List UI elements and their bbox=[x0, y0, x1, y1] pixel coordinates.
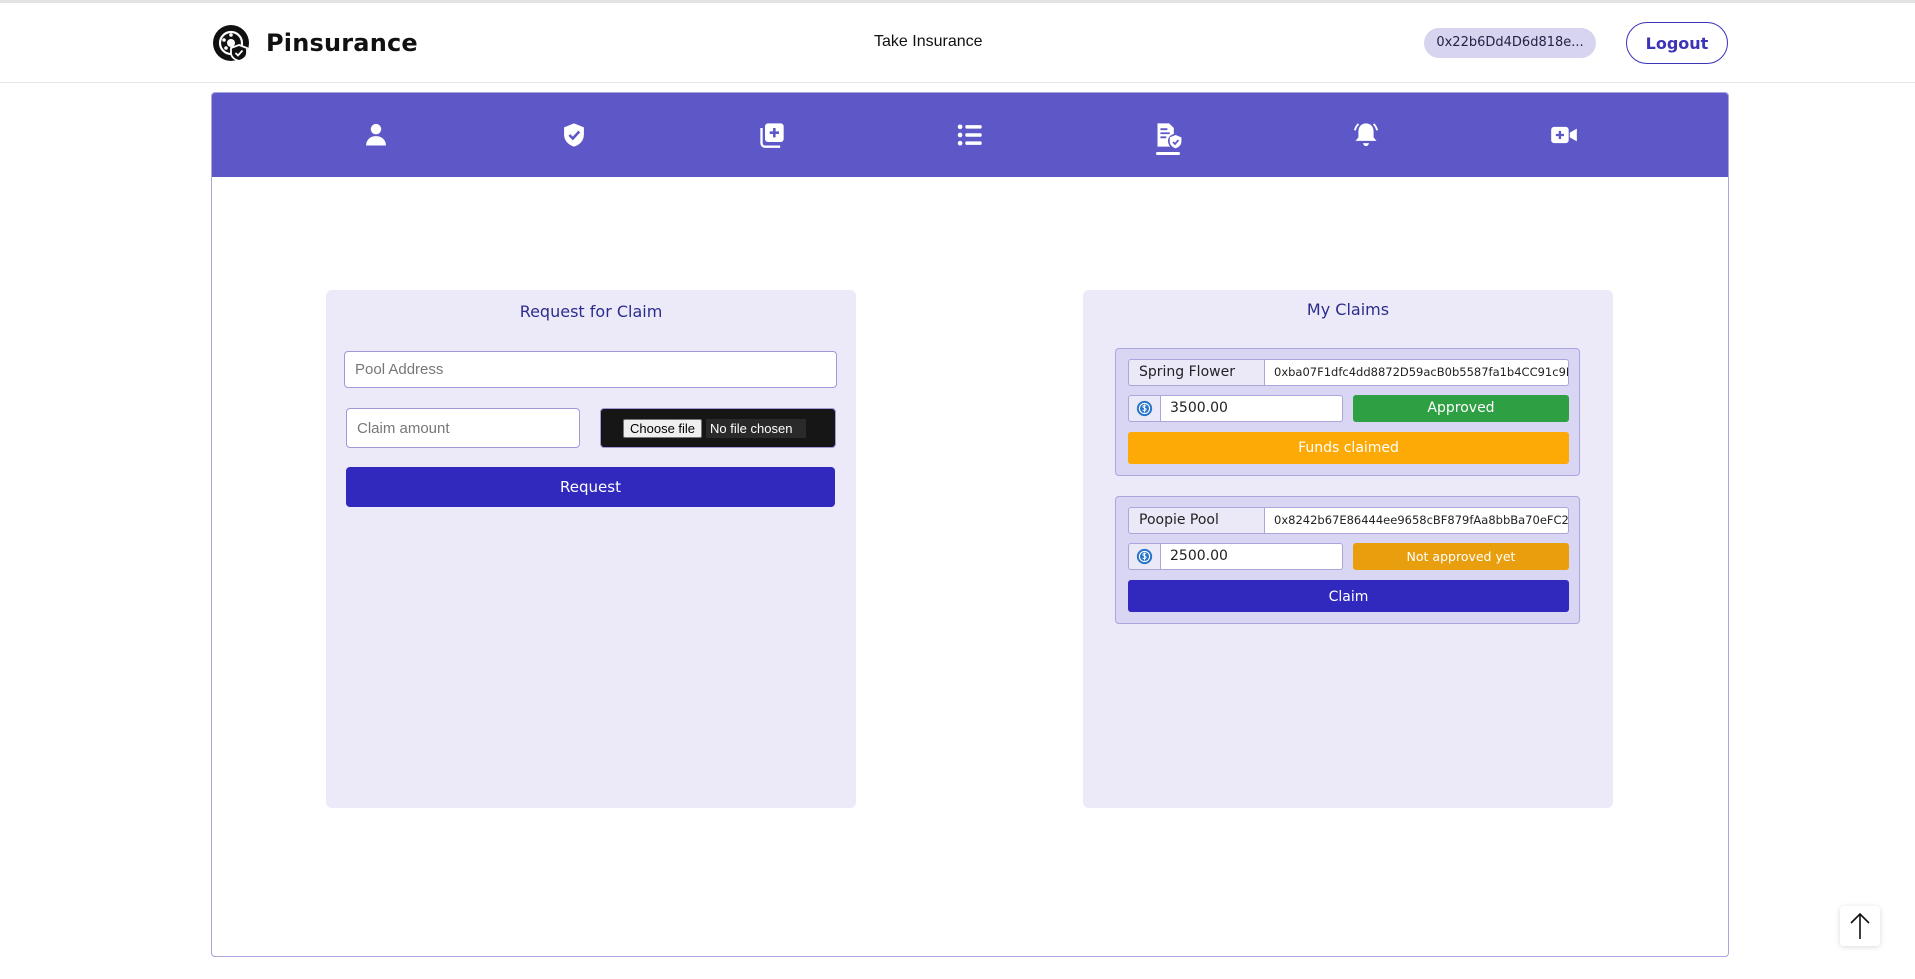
coin-icon bbox=[1136, 400, 1153, 417]
file-upload-field[interactable]: Choose file No file chosen bbox=[600, 408, 836, 448]
choose-file-button[interactable]: Choose file bbox=[623, 418, 703, 438]
coin-icon-box bbox=[1128, 395, 1161, 422]
list-icon bbox=[957, 124, 982, 146]
claim-pool-address: 0x8242b67E86444ee9658cBF879fAa8bbBa70eFC… bbox=[1264, 507, 1569, 534]
app-header: Pinsurance Take Insurance 0x22b6Dd4D6d81… bbox=[0, 3, 1915, 83]
claim-amount: 3500.00 bbox=[1160, 395, 1343, 422]
panel-title: Request for Claim bbox=[519, 302, 663, 321]
claim-pool-address: 0xba07F1dfc4dd8872D59acB0b5587fa1b4CC91c… bbox=[1264, 359, 1569, 386]
tab-claims[interactable] bbox=[1144, 111, 1192, 159]
tab-video[interactable] bbox=[1540, 111, 1588, 159]
tab-pools-list[interactable] bbox=[946, 111, 994, 159]
logout-button[interactable]: Logout bbox=[1626, 22, 1728, 64]
scroll-to-top-button[interactable] bbox=[1840, 906, 1880, 946]
wallet-address-badge[interactable]: 0x22b6Dd4D6d818e... bbox=[1424, 28, 1596, 58]
user-icon bbox=[366, 123, 386, 146]
brand-logo-icon bbox=[213, 25, 249, 62]
claim-pool-name: Poopie Pool bbox=[1128, 507, 1265, 534]
shield-check-icon bbox=[564, 123, 584, 147]
bell-icon bbox=[1354, 123, 1378, 147]
tab-notifications[interactable] bbox=[1342, 111, 1390, 159]
claim-button[interactable]: Claim bbox=[1128, 580, 1569, 612]
coin-icon-box bbox=[1128, 543, 1161, 570]
file-status-text: No file chosen bbox=[706, 418, 807, 438]
tab-bar bbox=[212, 93, 1728, 177]
claim-card: Spring Flower 0xba07F1dfc4dd8872D59acB0b… bbox=[1115, 348, 1580, 476]
brand-name: Pinsurance bbox=[266, 29, 418, 57]
claim-amount-input[interactable] bbox=[346, 408, 580, 448]
tab-create-pool[interactable] bbox=[748, 111, 796, 159]
dashboard-card: Request for Claim Choose file No file ch… bbox=[211, 92, 1729, 957]
request-claim-panel: Request for Claim Choose file No file ch… bbox=[326, 290, 856, 808]
funds-claimed-indicator: Funds claimed bbox=[1128, 432, 1569, 464]
tab-profile[interactable] bbox=[352, 111, 400, 159]
coin-icon bbox=[1136, 548, 1153, 565]
my-claims-panel: My Claims Spring Flower 0xba07F1dfc4dd88… bbox=[1083, 290, 1613, 808]
panel-title: My Claims bbox=[1306, 300, 1390, 319]
arrow-up-icon bbox=[1850, 912, 1870, 939]
video-camera-icon bbox=[1551, 126, 1577, 144]
claim-document-icon bbox=[1157, 123, 1182, 149]
pool-address-input[interactable] bbox=[344, 351, 837, 388]
claim-card: Poopie Pool 0x8242b67E86444ee9658cBF879f… bbox=[1115, 496, 1580, 624]
take-insurance-link[interactable]: Take Insurance bbox=[874, 33, 983, 51]
request-button[interactable]: Request bbox=[346, 467, 835, 507]
claim-amount: 2500.00 bbox=[1160, 543, 1343, 570]
status-badge: Not approved yet bbox=[1353, 543, 1569, 570]
tab-insurance[interactable] bbox=[550, 111, 598, 159]
add-document-icon bbox=[760, 123, 784, 148]
claim-pool-name: Spring Flower bbox=[1128, 359, 1265, 386]
brand[interactable]: Pinsurance bbox=[212, 22, 418, 64]
status-badge: Approved bbox=[1353, 395, 1569, 422]
